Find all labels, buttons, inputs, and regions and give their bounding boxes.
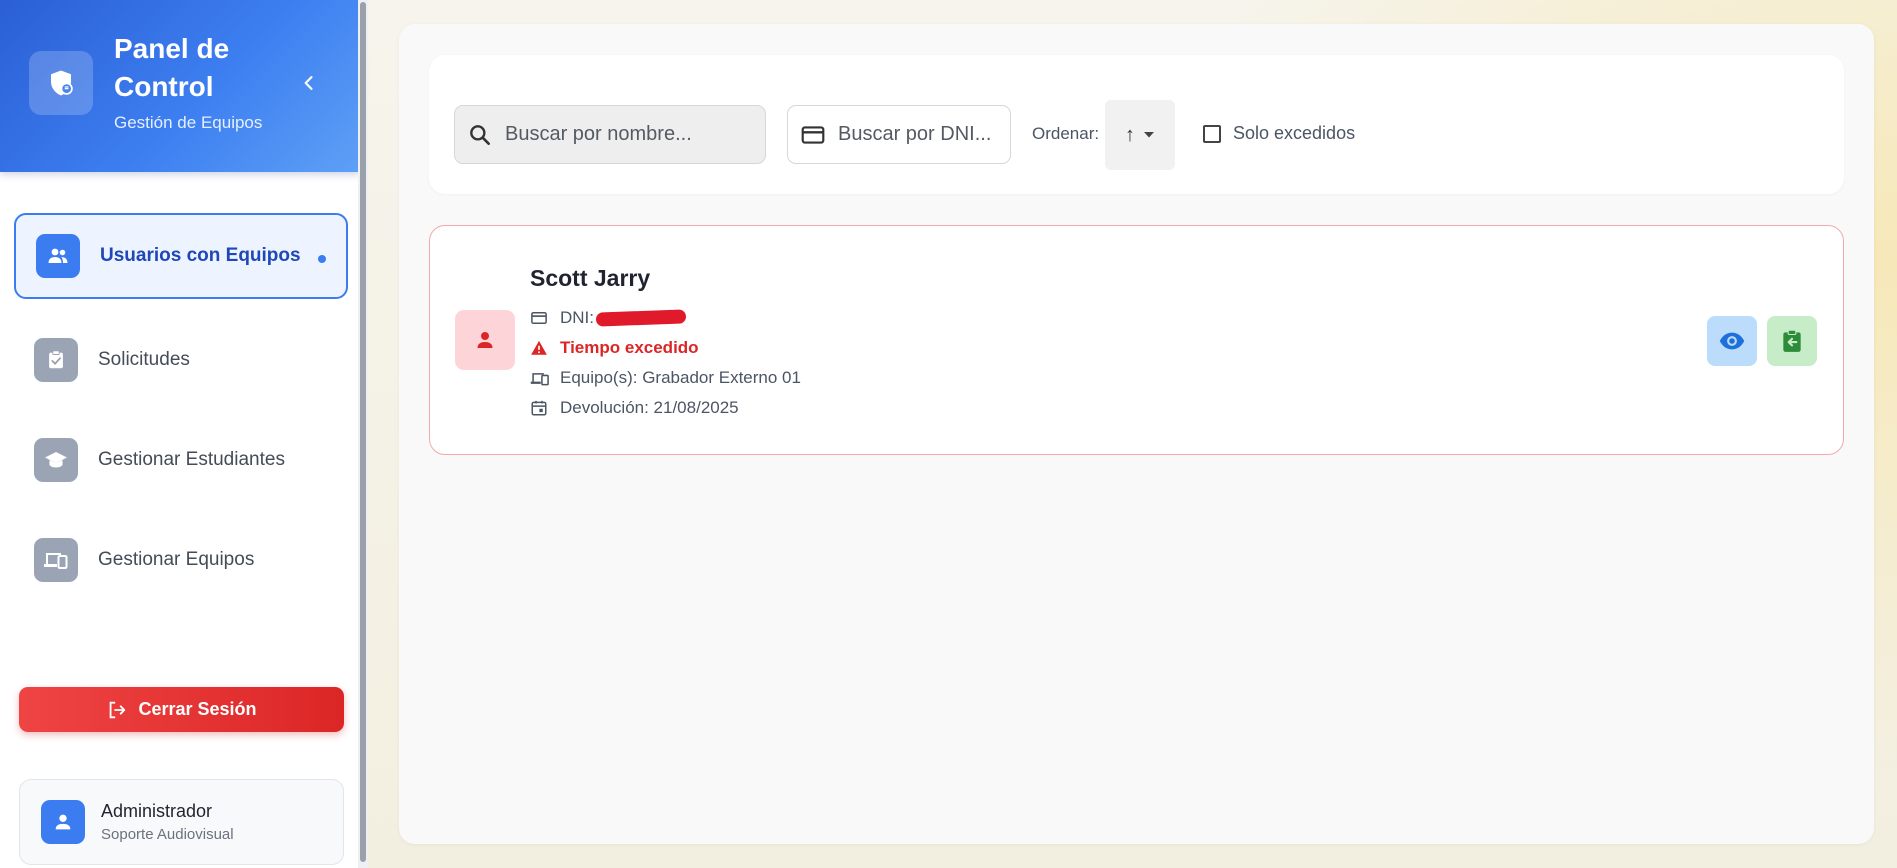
loan-return-date: Devolución: 21/08/2025 <box>560 398 739 417</box>
loan-user-avatar <box>455 310 515 370</box>
search-name-field[interactable] <box>454 105 766 164</box>
user-role: Soporte Audiovisual <box>101 826 234 843</box>
current-user-card: Administrador Soporte Audiovisual <box>19 779 344 865</box>
id-card-icon <box>800 122 826 148</box>
dni-label: DNI: <box>560 308 594 327</box>
sidebar-scrollbar[interactable] <box>358 0 368 868</box>
redacted-dni <box>595 309 687 327</box>
devices-icon <box>34 538 78 582</box>
sort-value: ↑ <box>1125 123 1135 146</box>
avatar <box>41 800 85 844</box>
logout-icon <box>106 699 128 721</box>
sidebar-item-label: Usuarios con Equipos <box>100 245 301 266</box>
sidebar-item-gestionar-equipos[interactable]: Gestionar Equipos <box>14 517 348 603</box>
clipboard-check-icon <box>34 338 78 382</box>
logout-button[interactable]: Cerrar Sesión <box>19 687 344 732</box>
id-card-icon <box>530 309 550 327</box>
sort-label: Ordenar: <box>1032 124 1100 143</box>
search-dni-field[interactable] <box>787 105 1050 164</box>
graduation-cap-icon <box>34 438 78 482</box>
search-icon <box>467 122 493 148</box>
logout-label: Cerrar Sesión <box>138 699 257 719</box>
search-name-input[interactable] <box>503 122 717 147</box>
loan-user-name: Scott Jarry <box>530 265 651 291</box>
user-icon <box>477 332 493 348</box>
user-icon <box>55 814 71 830</box>
sidebar-header: Panel de Control Gestión de Equipos <box>0 0 360 172</box>
sidebar: Panel de Control Gestión de Equipos Usua… <box>0 0 360 868</box>
loan-return-row: Devolución: 21/08/2025 <box>530 398 739 418</box>
loan-equipment-row: Equipo(s): Grabador Externo 01 <box>530 368 801 388</box>
shield-logo-icon <box>29 51 93 115</box>
loan-equipment: Equipo(s): Grabador Externo 01 <box>560 368 801 387</box>
eye-icon <box>1719 332 1745 350</box>
sidebar-item-usuarios-con-equipos[interactable]: Usuarios con Equipos <box>14 213 348 299</box>
sidebar-item-label: Gestionar Estudiantes <box>98 449 285 470</box>
scrollbar-thumb[interactable] <box>360 2 366 862</box>
only-exceeded-label: Solo excedidos <box>1233 123 1356 143</box>
only-exceeded-checkbox[interactable] <box>1203 124 1221 143</box>
clipboard-return-icon <box>1783 329 1801 352</box>
devices-icon <box>530 370 550 387</box>
loan-status: Tiempo excedido <box>560 338 699 357</box>
collapse-sidebar-button[interactable] <box>296 70 322 96</box>
sidebar-item-label: Solicitudes <box>98 349 190 370</box>
loan-dni-row: DNI: <box>530 308 687 328</box>
sidebar-subtitle: Gestión de Equipos <box>114 113 263 132</box>
sidebar-item-solicitudes[interactable]: Solicitudes <box>14 317 348 403</box>
search-dni-input[interactable] <box>836 122 1050 147</box>
view-details-button[interactable] <box>1707 316 1757 366</box>
active-indicator-dot <box>318 255 326 263</box>
loan-status-row: Tiempo excedido <box>530 338 699 358</box>
register-return-button[interactable] <box>1767 316 1817 366</box>
users-icon <box>36 234 80 278</box>
user-name: Administrador <box>101 801 213 821</box>
calendar-icon <box>530 399 550 417</box>
sidebar-item-gestionar-estudiantes[interactable]: Gestionar Estudiantes <box>14 417 348 503</box>
sort-select[interactable]: ↑ <box>1105 100 1175 170</box>
chevron-left-icon <box>304 76 313 90</box>
caret-down-icon <box>1143 131 1155 139</box>
only-exceeded-toggle[interactable]: Solo excedidos <box>1203 123 1355 144</box>
sidebar-title: Panel de Control <box>114 33 230 102</box>
sidebar-item-label: Gestionar Equipos <box>98 549 255 570</box>
warning-icon <box>530 339 550 357</box>
